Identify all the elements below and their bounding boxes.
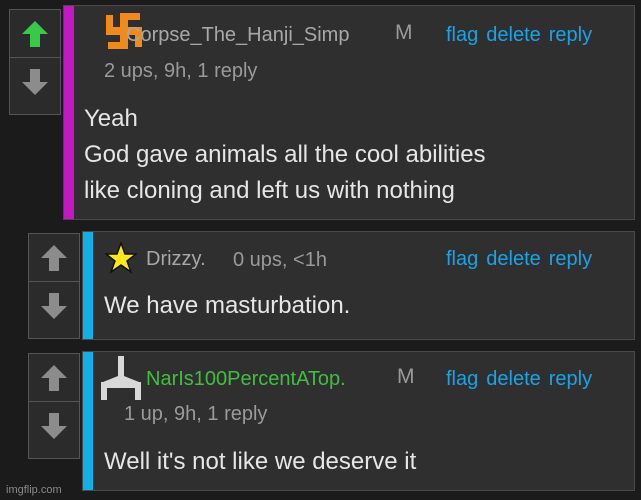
arrow-up-icon	[41, 365, 67, 391]
reply-link[interactable]: reply	[549, 24, 592, 46]
reply-link[interactable]: reply	[549, 368, 592, 390]
body-line: God gave animals all the cool abilities	[84, 141, 486, 168]
downvote-button[interactable]	[29, 284, 79, 328]
arrow-down-icon	[41, 293, 67, 319]
arrow-down-icon	[41, 413, 67, 439]
delete-link[interactable]: delete	[486, 248, 541, 270]
vote-column	[28, 353, 80, 459]
downvote-button[interactable]	[10, 60, 60, 104]
comment-card: Corpse_The_Hanji_Simp M flag delete reply …	[63, 5, 635, 220]
mod-badge: M	[397, 365, 415, 388]
watermark: imgflip.com	[6, 484, 62, 496]
arrow-up-icon	[22, 21, 48, 47]
upvote-button[interactable]	[29, 356, 79, 400]
vote-column	[9, 9, 61, 115]
flag-link[interactable]: flag	[446, 24, 478, 46]
white-cross-icon	[101, 356, 141, 400]
flag-link[interactable]: flag	[446, 248, 478, 270]
comment-meta: 0 ups, <1h	[233, 249, 327, 271]
comment-body: We have masturbation.	[104, 288, 350, 324]
comment-actions: flag delete reply	[438, 24, 592, 47]
op-stripe	[64, 6, 74, 219]
body-line: We have masturbation.	[104, 292, 351, 319]
delete-link[interactable]: delete	[486, 368, 541, 390]
comment-body: Yeah God gave animals all the cool abili…	[84, 101, 486, 209]
vote-divider	[29, 401, 79, 402]
delete-link[interactable]: delete	[486, 24, 541, 46]
body-line: Yeah	[84, 105, 138, 132]
arrow-down-icon	[22, 69, 48, 95]
body-line: like cloning and left us with nothing	[84, 177, 455, 204]
star-icon	[105, 242, 137, 274]
upvote-button[interactable]	[29, 236, 79, 280]
comment-body: Well it's not like we deserve it	[104, 444, 416, 480]
reply-stripe	[83, 232, 93, 339]
mod-badge: M	[395, 21, 413, 44]
comment-meta: 1 up, 9h, 1 reply	[124, 403, 268, 425]
username[interactable]: NarIs100PercentATop.	[146, 368, 346, 391]
username[interactable]: Corpse_The_Hanji_Simp	[126, 24, 349, 47]
body-line: Well it's not like we deserve it	[104, 448, 417, 475]
comment-card: Drizzy. 0 ups, <1h flag delete reply We ha…	[82, 231, 635, 340]
vote-column	[28, 233, 80, 339]
comment-actions: flag delete reply	[438, 368, 592, 391]
username[interactable]: Drizzy.	[146, 248, 206, 271]
reply-stripe	[83, 352, 93, 490]
comment-meta: 2 ups, 9h, 1 reply	[104, 60, 258, 82]
comment-card: NarIs100PercentATop. M flag delete reply 1…	[82, 351, 635, 491]
arrow-up-icon	[41, 245, 67, 271]
reply-link[interactable]: reply	[549, 248, 592, 270]
vote-divider	[29, 281, 79, 282]
comment-actions: flag delete reply	[438, 248, 592, 271]
upvote-button[interactable]	[10, 12, 60, 56]
vote-divider	[10, 57, 60, 58]
downvote-button[interactable]	[29, 404, 79, 448]
flag-link[interactable]: flag	[446, 368, 478, 390]
